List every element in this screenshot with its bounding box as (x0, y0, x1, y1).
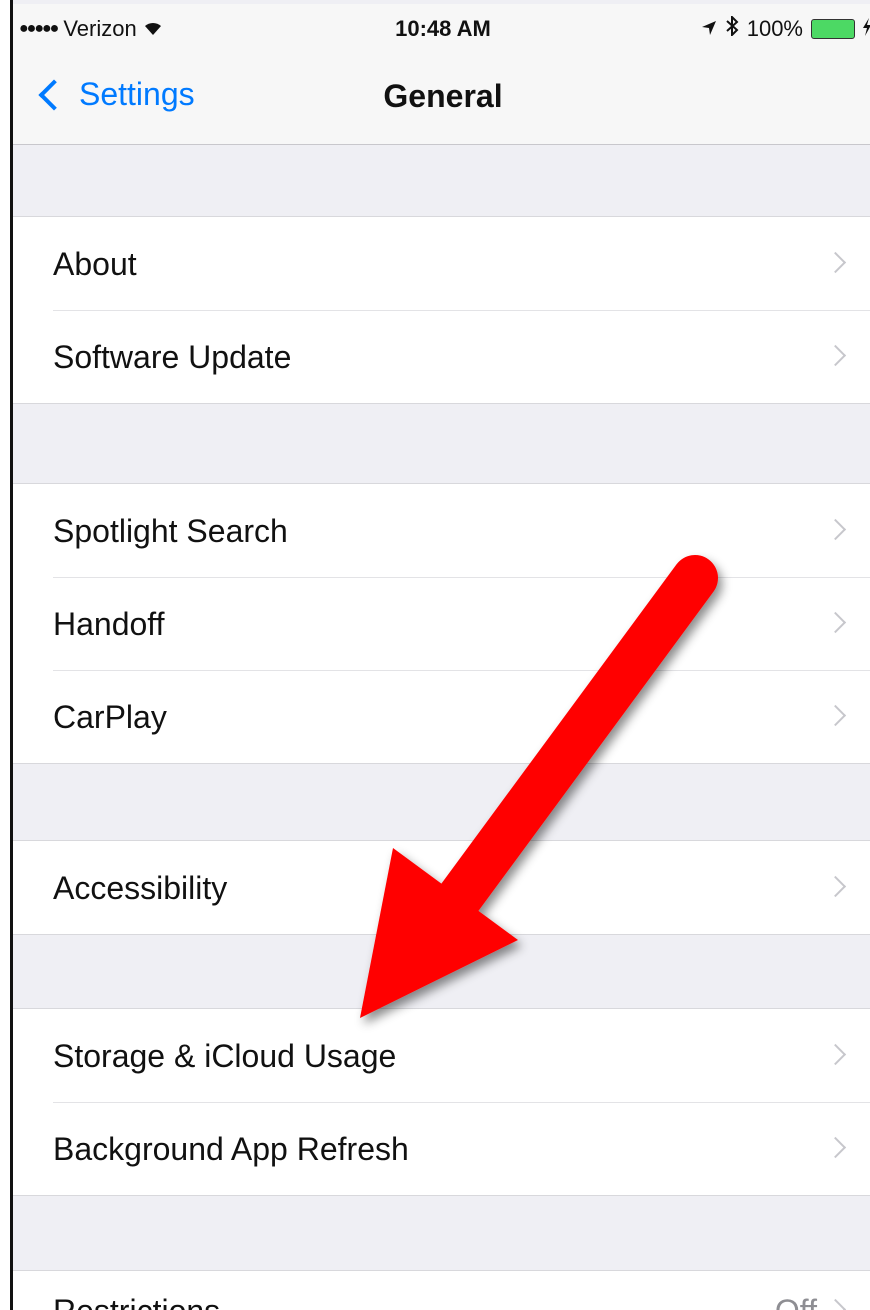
annotation-arrow (360, 555, 718, 1018)
